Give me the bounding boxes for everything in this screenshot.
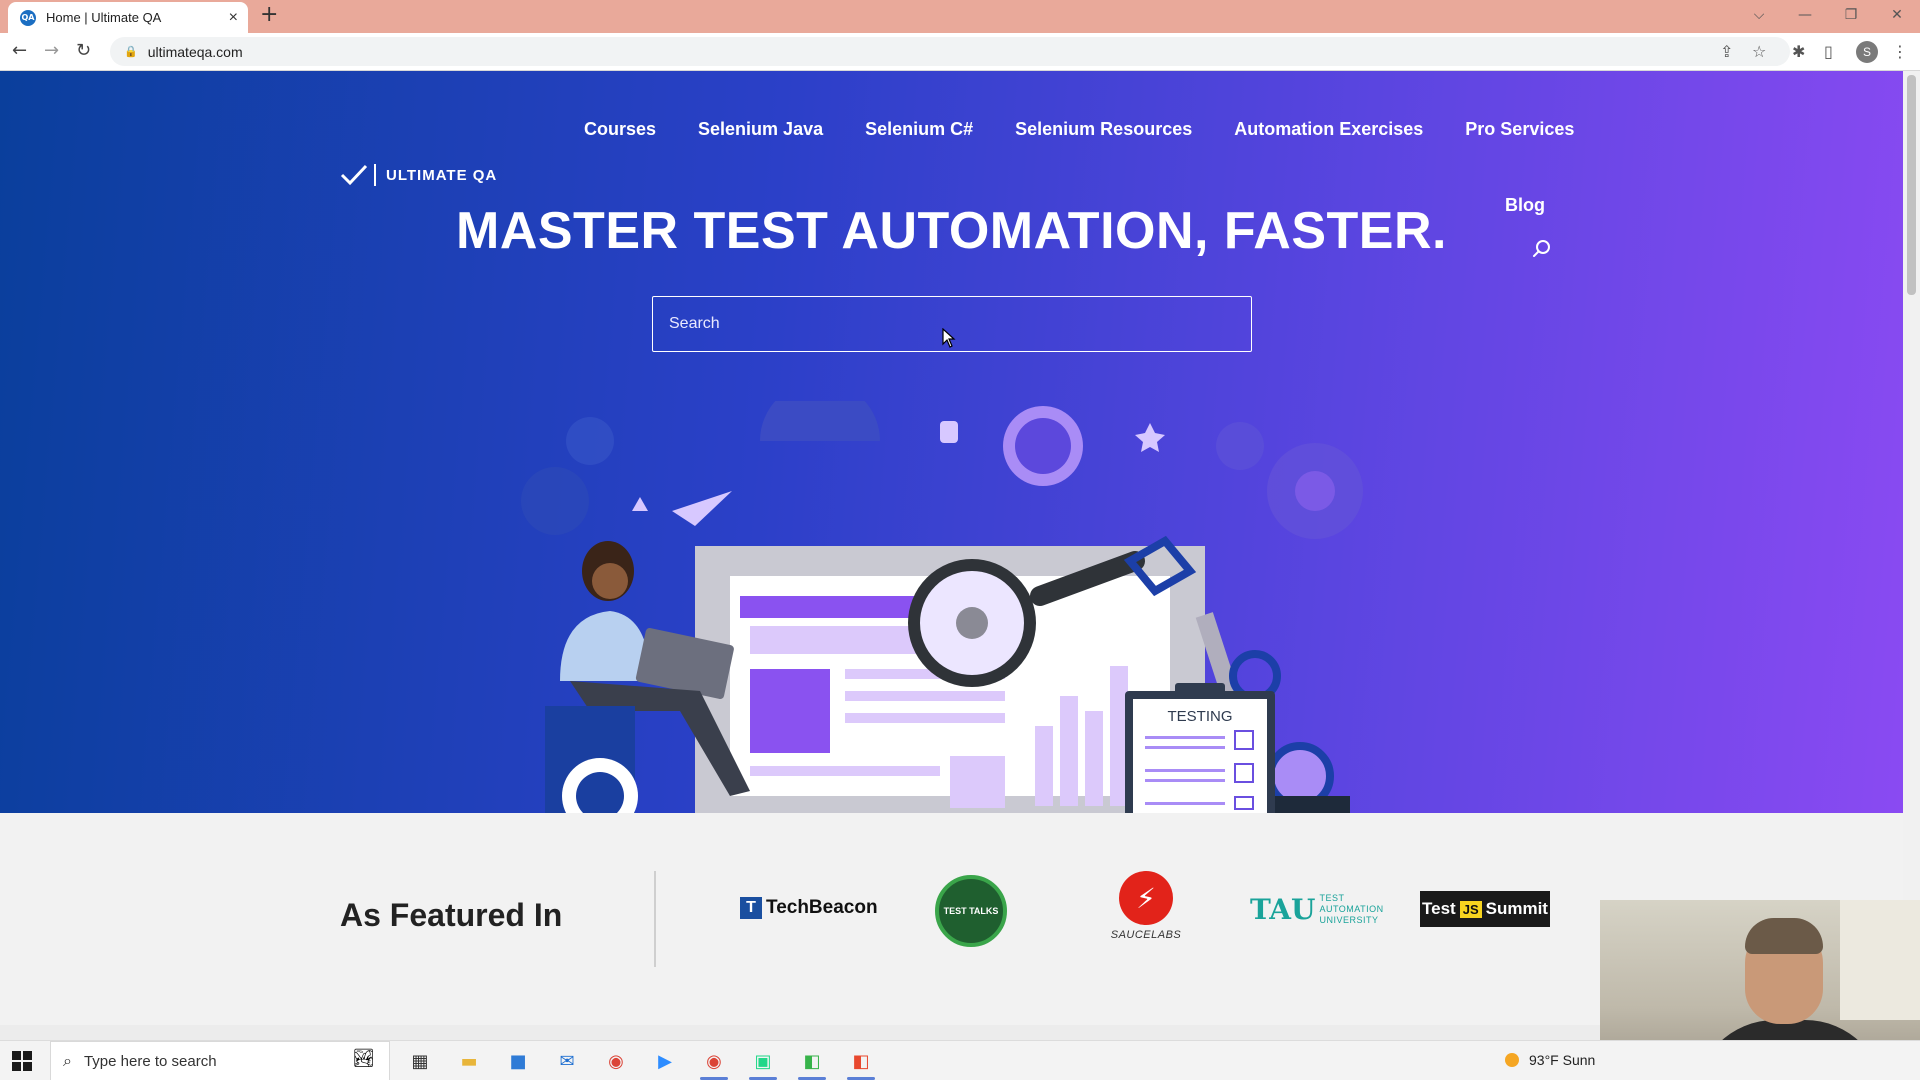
windows-start-icon[interactable] [12, 1051, 32, 1071]
store-icon[interactable]: ■ [498, 1041, 538, 1080]
close-tab-icon[interactable]: × [229, 9, 238, 26]
test-talks-text: TEST TALKS [943, 906, 999, 916]
restore-button[interactable]: ❐ [1828, 0, 1874, 30]
forward-button[interactable]: → [44, 40, 59, 61]
techbeacon-text: TechBeacon [766, 897, 878, 918]
browser-tab[interactable]: QA Home | Ultimate QA × [8, 2, 248, 33]
webcam-background-window [1840, 900, 1920, 1020]
tab-search-chevron-icon[interactable]: ⌵ [1736, 0, 1782, 30]
nav-pro-services[interactable]: Pro Services [1465, 119, 1574, 140]
test-automation-university-logo: TAU TEST AUTOMATION UNIVERSITY [1250, 893, 1384, 926]
test-automation-illustration: TESTING [521, 401, 1363, 813]
checkmark-logo-icon [340, 164, 368, 186]
nav-selenium-csharp[interactable]: Selenium C# [865, 119, 973, 140]
logo-text: ULTIMATE QA [386, 166, 498, 184]
side-panel-icon[interactable]: ▯ [1824, 42, 1833, 61]
test-talks-logo: TEST TALKS [935, 875, 1007, 947]
logo-separator [374, 164, 376, 186]
saucelabs-bolt-icon: ⚡ [1119, 871, 1173, 925]
nav-courses[interactable]: Courses [584, 119, 656, 140]
mouse-cursor-icon [942, 328, 956, 348]
hero-section: Courses Selenium Java Selenium C# Seleni… [0, 71, 1903, 813]
nav-selenium-java[interactable]: Selenium Java [698, 119, 823, 140]
back-button[interactable]: ← [12, 40, 27, 61]
new-tab-button[interactable]: + [260, 4, 278, 26]
site-navigation: Courses Selenium Java Selenium C# Seleni… [584, 119, 1616, 140]
weather-widget[interactable]: 93°F Sunn [1505, 1052, 1595, 1068]
taskbar-search-placeholder: Type here to search [83, 1052, 217, 1070]
hero-headline: MASTER TEST AUTOMATION, FASTER. [456, 202, 1447, 260]
reload-button[interactable]: ↻ [76, 40, 91, 61]
clipboard-label: TESTING [1167, 708, 1232, 725]
extensions-icon[interactable]: ✱ [1792, 42, 1805, 61]
techbeacon-mark-icon: T [740, 897, 762, 919]
camtasia-green-icon[interactable]: ◧ [792, 1041, 832, 1080]
taskbar-search-box[interactable]: ⌕ Type here to search 🏞 [50, 1041, 390, 1080]
tab-title: Home | Ultimate QA [46, 10, 162, 25]
browser-menu-icon[interactable]: ⋮ [1892, 42, 1908, 61]
nav-automation-exercises[interactable]: Automation Exercises [1234, 119, 1423, 140]
window-controls: ⌵ — ❐ ✕ [1736, 0, 1920, 30]
testjs-summit-logo: Test JS Summit [1420, 891, 1550, 927]
camtasia-icon[interactable]: ◧ [841, 1041, 881, 1080]
nav-selenium-resources[interactable]: Selenium Resources [1015, 119, 1192, 140]
lock-icon: 🔒 [124, 46, 138, 58]
saucelabs-text: SAUCELABS [1110, 929, 1182, 941]
address-bar-url: ultimateqa.com [147, 43, 243, 60]
close-window-button[interactable]: ✕ [1874, 0, 1920, 30]
weather-text: 93°F Sunn [1529, 1052, 1596, 1068]
chrome-icon[interactable]: ◉ [596, 1041, 636, 1080]
minimize-button[interactable]: — [1782, 0, 1828, 30]
bookmark-star-icon[interactable]: ☆ [1752, 42, 1766, 61]
browser-tab-strip: QA Home | Ultimate QA × + ⌵ — ❐ ✕ [0, 0, 1920, 33]
sun-icon [1505, 1053, 1519, 1067]
tau-text: TEST AUTOMATION UNIVERSITY [1319, 893, 1384, 925]
search-icon: ⌕ [63, 1051, 72, 1070]
zoom-icon[interactable]: ▶ [645, 1041, 685, 1080]
profile-avatar[interactable]: S [1856, 41, 1878, 63]
pycharm-icon[interactable]: ▣ [743, 1041, 783, 1080]
scrollbar-thumb[interactable] [1907, 75, 1916, 295]
task-view-icon[interactable]: ▦ [400, 1041, 440, 1080]
site-logo[interactable]: ULTIMATE QA [340, 163, 497, 187]
tau-mark-icon: TAU [1250, 893, 1316, 926]
windows-taskbar: ⌕ Type here to search 🏞 ▦ ▬ ■ ✉ ◉ ▶ ◉ ▣ ◧ ◧ 93°F … [0, 1040, 1920, 1080]
techbeacon-logo: T TechBeacon [740, 897, 878, 919]
site-favicon-icon: QA [20, 9, 36, 26]
share-icon[interactable]: ⇪ [1720, 42, 1733, 61]
featured-title: As Featured In [340, 897, 563, 933]
browser-toolbar: ← → ↻ 🔒 ultimateqa.com ⇪ ☆ ✱ ▯ S ⋮ [0, 33, 1920, 71]
address-bar[interactable]: 🔒 ultimateqa.com [110, 37, 1790, 66]
chrome-profile-icon[interactable]: ◉ [694, 1041, 734, 1080]
webcam-person-hair [1745, 918, 1823, 954]
saucelabs-logo: ⚡ SAUCELABS [1108, 871, 1184, 941]
search-highlight-icon: 🏞 [352, 1048, 375, 1068]
page-scrollbar[interactable] [1903, 71, 1920, 1037]
mail-icon[interactable]: ✉ [547, 1041, 587, 1080]
featured-divider [654, 871, 656, 967]
file-explorer-icon[interactable]: ▬ [449, 1041, 489, 1080]
taskbar-apps: ▦ ▬ ■ ✉ ◉ ▶ ◉ ▣ ◧ ◧ [400, 1041, 890, 1080]
